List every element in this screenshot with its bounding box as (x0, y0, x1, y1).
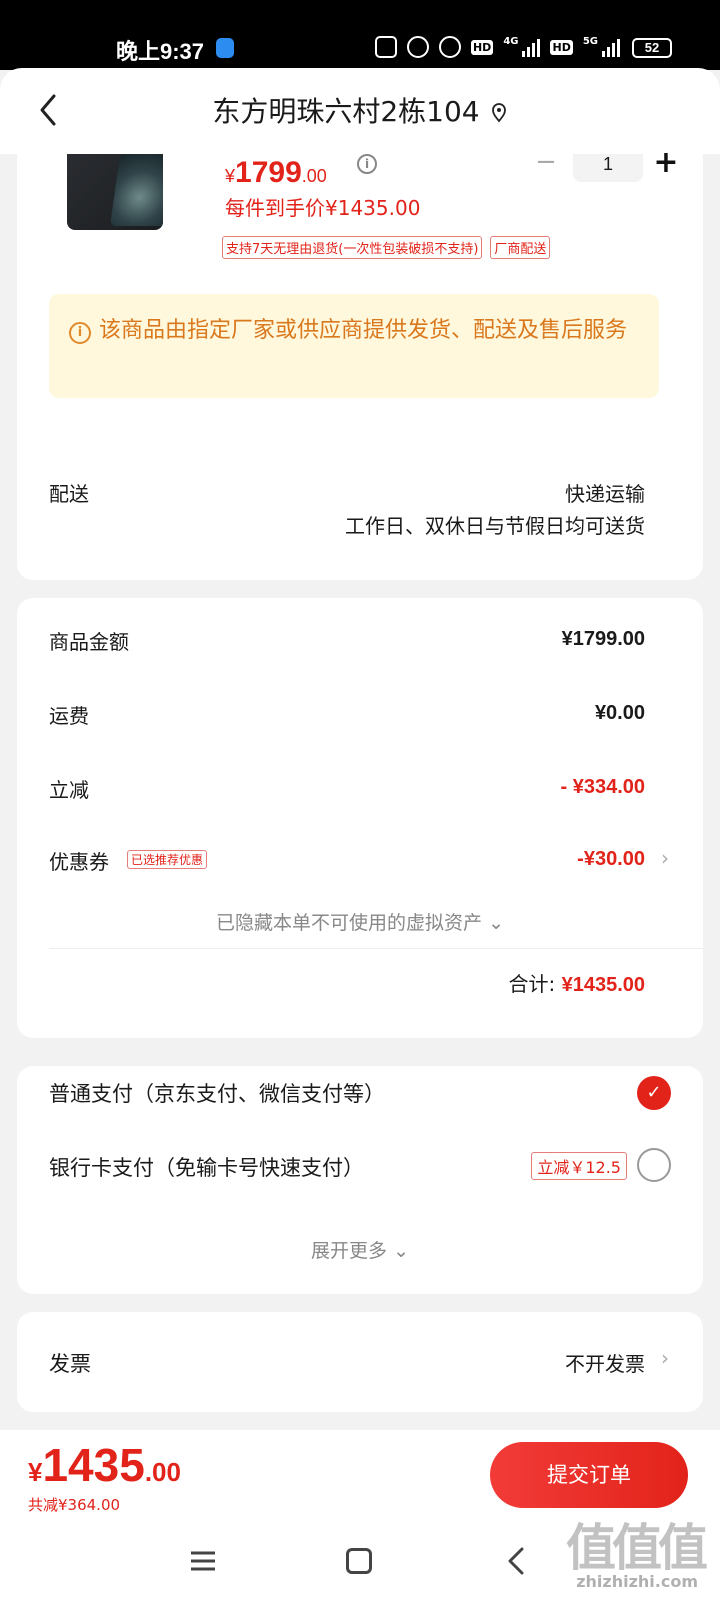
alarm-icon (438, 36, 461, 58)
checkmark-icon[interactable]: ✓ (637, 1076, 671, 1110)
watermark-logo: 值值值 (566, 1519, 708, 1577)
watermark-site: zhizhizhi.com (576, 1572, 698, 1591)
quantity-value[interactable]: 1 (573, 154, 643, 182)
expand-more-button[interactable]: 展开更多 ⌄ (17, 1236, 703, 1263)
return-policy-tag: 支持7天无理由退货(一次性包装破损不支持) (222, 236, 483, 259)
total-label: 合计: (508, 972, 556, 996)
location-pin-icon (491, 103, 506, 123)
hd-icon: HD (470, 39, 494, 55)
discount-value: - ¥334.00 (560, 776, 645, 798)
total-saved[interactable]: 共减¥364.00 (28, 1494, 120, 1515)
freight-value: ¥0.00 (594, 702, 645, 724)
shipping-note: 工作日、双休日与节假日均可送货 (345, 514, 645, 538)
chevron-right-icon[interactable]: › (661, 846, 669, 870)
price-currency: ¥ (225, 166, 236, 186)
final-price: ¥1435.00 (28, 1438, 181, 1492)
status-icons: HD 4G HD 5G (374, 36, 620, 58)
vendor-notice: i 该商品由指定厂家或供应商提供发货、配送及售后服务 (49, 294, 659, 398)
bank-discount-tag: 立减￥12.5 (531, 1152, 627, 1180)
battery-icon: 52 (632, 38, 672, 58)
discount-label: 立减 (49, 778, 89, 802)
hidden-assets-text: 已隐藏本单不可使用的虚拟资产 (216, 912, 483, 934)
watermark: 值值值 zhizhizhi.com (554, 1508, 708, 1600)
shipping-method[interactable]: 快递运输 (565, 478, 645, 507)
invoice-card[interactable]: 发票 不开发票 › (17, 1312, 703, 1412)
address-title[interactable]: 东方明珠六村2栋104 (0, 90, 720, 130)
submit-order-button[interactable]: 提交订单 (490, 1442, 688, 1508)
network-5g-label: 5G (582, 36, 598, 47)
quantity-decrease-button[interactable]: − (531, 149, 561, 175)
goods-amount-label: 商品金额 (49, 630, 129, 654)
final-price-integer: 1435 (42, 1439, 145, 1491)
payment-option-normal[interactable]: 普通支付（京东支付、微信支付等） (49, 1078, 385, 1108)
status-time: 晚上9:37 (116, 39, 205, 64)
divider (49, 948, 703, 949)
mute-icon (406, 36, 429, 58)
invoice-label: 发票 (49, 1352, 91, 1376)
quantity-increase-button[interactable]: + (651, 148, 681, 180)
price-decimal: .00 (301, 166, 327, 186)
status-bar: 晚上9:37 HD 4G HD 5G 52 (0, 0, 720, 70)
freight-label: 运费 (49, 704, 89, 728)
payment-option-bank[interactable]: 银行卡支付（免输卡号快速支付） (49, 1152, 364, 1182)
signal-icon-2 (602, 37, 620, 57)
coupon-value[interactable]: -¥30.00 (577, 848, 645, 871)
coupon-label[interactable]: 优惠券 (49, 846, 109, 875)
amount-summary-card: 商品金额 ¥1799.00 运费 ¥0.00 立减 - ¥334.00 优惠券 … (17, 598, 703, 1038)
info-icon: i (69, 322, 91, 344)
notice-text: 该商品由指定厂家或供应商提供发货、配送及售后服务 (99, 318, 628, 343)
signal-icon (522, 37, 541, 57)
total-value: ¥1435.00 (561, 974, 645, 996)
expand-more-text: 展开更多 (311, 1240, 388, 1262)
home-icon[interactable] (346, 1548, 372, 1574)
net-price-per-item: 每件到手价¥1435.00 (225, 196, 421, 220)
chevron-down-icon: ⌄ (393, 1240, 409, 1262)
price-info-icon[interactable]: i (357, 154, 377, 174)
chevron-right-icon[interactable]: › (661, 1346, 669, 1370)
product-card: ¥1799.00 i − 1 + 每件到手价¥1435.00 支持7天无理由退货… (17, 148, 703, 580)
menu-icon[interactable] (190, 1550, 216, 1572)
vendor-delivery-tag: 厂商配送 (490, 236, 551, 259)
total-row: 合计: ¥1435.00 (508, 968, 645, 997)
notification-app-icon (216, 38, 234, 58)
price-integer: 1799 (235, 156, 302, 189)
radio-unchecked-icon[interactable] (637, 1148, 671, 1182)
product-image[interactable] (67, 154, 163, 230)
final-price-decimal: .00 (144, 1457, 181, 1487)
goods-amount-value: ¥1799.00 (561, 628, 645, 650)
service-tags: 支持7天无理由退货(一次性包装破损不支持) 厂商配送 (222, 236, 551, 259)
back-icon[interactable] (504, 1546, 530, 1576)
final-price-currency: ¥ (28, 1457, 43, 1487)
page-header: 东方明珠六村2栋104 (0, 68, 720, 154)
screen-rotate-icon (374, 36, 397, 58)
shipping-label: 配送 (49, 482, 89, 506)
invoice-value[interactable]: 不开发票 (565, 1348, 645, 1377)
network-4g-label: 4G (503, 36, 519, 47)
product-price: ¥1799.00 (225, 156, 327, 190)
coupon-recommended-tag: 已选推荐优惠 (127, 850, 208, 869)
hd-icon-2: HD (550, 39, 573, 55)
payment-card: 普通支付（京东支付、微信支付等） ✓ 银行卡支付（免输卡号快速支付） 立减￥12… (17, 1066, 703, 1294)
address-text: 东方明珠六村2栋104 (212, 95, 480, 128)
hidden-assets-toggle[interactable]: 已隐藏本单不可使用的虚拟资产 ⌄ (17, 908, 703, 935)
chevron-down-icon: ⌄ (488, 912, 504, 934)
